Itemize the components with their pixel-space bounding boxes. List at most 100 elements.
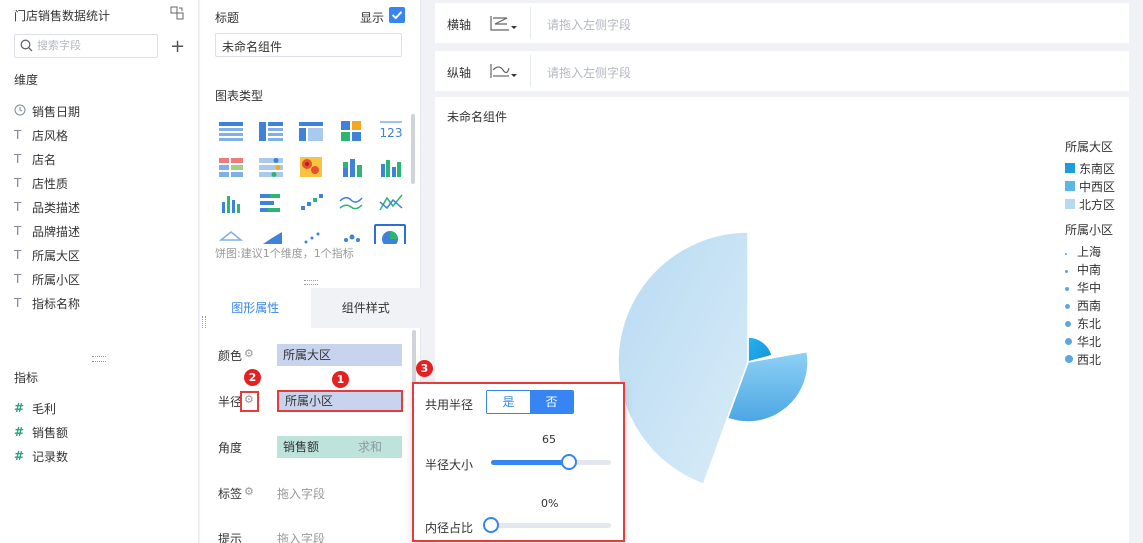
rose-slice-north[interactable] xyxy=(617,231,749,486)
heatmap-icon[interactable] xyxy=(298,156,324,178)
color-field-chip[interactable]: 所属大区 xyxy=(277,344,402,366)
measure-field-item[interactable]: # 记录数 xyxy=(14,446,68,466)
title-input[interactable]: 未命名组件 xyxy=(215,33,402,57)
dimension-field-label: 指标名称 xyxy=(32,296,81,311)
step-badge-3: 3 xyxy=(416,360,433,377)
legend-region-item[interactable]: 北方区 xyxy=(1065,195,1135,213)
stacked-bar-icon[interactable] xyxy=(338,156,364,178)
y-axis-type-icon[interactable] xyxy=(489,62,517,83)
cross-table-icon[interactable] xyxy=(298,120,324,142)
show-title-checkbox[interactable] xyxy=(389,7,405,23)
text-type-icon: T xyxy=(14,128,22,142)
legend-sub-item[interactable]: 东北 xyxy=(1065,314,1135,332)
dimension-field-item[interactable]: 销售日期 xyxy=(14,101,80,121)
measure-field-label: 记录数 xyxy=(32,449,69,464)
group-table-icon[interactable] xyxy=(258,120,284,142)
legend-sub-item[interactable]: 华中 xyxy=(1065,278,1135,296)
dimension-field-item[interactable]: T 店名 xyxy=(14,149,56,169)
legend-sub-item[interactable]: 华北 xyxy=(1065,332,1135,350)
tab-component-style[interactable]: 组件样式 xyxy=(310,288,421,328)
dimension-field-label: 品类描述 xyxy=(32,200,81,215)
search-input[interactable] xyxy=(37,39,147,52)
legend-sub-item[interactable]: 西北 xyxy=(1065,350,1135,368)
radius-size-track[interactable] xyxy=(491,454,611,470)
radius-property-row: 半径 ⚙ 所属小区 xyxy=(210,381,412,419)
dimension-field-item[interactable]: T 所属小区 xyxy=(14,269,80,289)
kpi-number-icon[interactable]: 123 xyxy=(378,120,404,142)
vertical-drag-handle[interactable] xyxy=(202,316,206,328)
chart-type-scrollbar[interactable] xyxy=(411,114,415,184)
bubble-chart-icon[interactable] xyxy=(338,228,364,244)
dimension-field-label: 品牌描述 xyxy=(32,224,81,239)
tag-settings-icon[interactable]: ⚙ xyxy=(244,485,254,498)
area-chart-icon[interactable] xyxy=(258,228,284,244)
add-field-icon[interactable]: + xyxy=(170,36,185,57)
legend-region-item[interactable]: 东南区 xyxy=(1065,159,1135,177)
dimension-field-item[interactable]: T 所属大区 xyxy=(14,245,80,265)
legend-sub-label: 华北 xyxy=(1077,334,1102,349)
legend-region-item[interactable]: 中西区 xyxy=(1065,177,1135,195)
line-chart-icon[interactable] xyxy=(338,192,364,214)
table-chart-icon[interactable] xyxy=(218,120,244,142)
hash-icon: # xyxy=(14,425,25,439)
inner-ratio-label: 内径占比 xyxy=(425,521,474,535)
switch-dataset-icon[interactable] xyxy=(169,5,185,25)
legend-swatch xyxy=(1065,163,1075,173)
bar-chart-icon[interactable] xyxy=(218,192,244,214)
dimension-field-item[interactable]: T 店风格 xyxy=(14,125,68,145)
label-property-row: 标签 ⚙ 拖入字段 xyxy=(210,473,412,511)
search-icon xyxy=(20,39,33,55)
dimension-field-item[interactable]: T 品类描述 xyxy=(14,197,80,217)
point-table-icon[interactable] xyxy=(258,156,284,178)
text-type-icon: T xyxy=(14,224,22,238)
grouped-bar-icon[interactable] xyxy=(378,156,404,178)
measure-field-item[interactable]: # 销售额 xyxy=(14,422,68,442)
y-axis-drop-zone[interactable]: 请拖入左侧字段 xyxy=(547,64,631,81)
legend-region-label: 中西区 xyxy=(1079,179,1116,194)
legend-size-dot xyxy=(1065,355,1073,363)
resize-handle-mid[interactable] xyxy=(304,280,318,285)
property-scrollbar[interactable] xyxy=(412,330,416,390)
radius-size-thumb[interactable] xyxy=(561,454,577,470)
tag-drop-zone[interactable]: 拖入字段 xyxy=(277,485,325,502)
measure-field-item[interactable]: # 毛利 xyxy=(14,398,56,418)
legend-size-dot xyxy=(1065,270,1068,273)
chart-type-grid: 123 xyxy=(214,116,409,244)
dimension-field-item[interactable]: T 指标名称 xyxy=(14,293,80,313)
share-radius-no[interactable]: 否 xyxy=(530,391,573,413)
legend-sub-label: 东北 xyxy=(1077,316,1102,331)
radar-chart-icon[interactable] xyxy=(218,228,244,244)
share-radius-yes[interactable]: 是 xyxy=(487,391,530,413)
tip-drop-zone[interactable]: 拖入字段 xyxy=(277,530,325,543)
inner-ratio-track[interactable] xyxy=(483,517,611,533)
svg-text:123: 123 xyxy=(380,126,403,140)
legend-size-dot xyxy=(1065,321,1071,327)
x-axis-drop-zone[interactable]: 请拖入左侧字段 xyxy=(547,16,631,33)
resize-handle[interactable] xyxy=(92,356,106,362)
radius-field-chip[interactable]: 所属小区 xyxy=(277,390,403,412)
horizontal-bar-icon[interactable] xyxy=(258,192,284,214)
step-badge-1: 1 xyxy=(332,371,349,388)
legend-sub-item[interactable]: 西南 xyxy=(1065,296,1135,314)
inner-ratio-thumb[interactable] xyxy=(483,517,499,533)
legend-sub-item[interactable]: 中南 xyxy=(1065,260,1135,278)
search-field-box[interactable] xyxy=(14,34,158,58)
color-settings-icon[interactable]: ⚙ xyxy=(244,347,254,360)
dimension-field-label: 店名 xyxy=(32,152,57,167)
tab-graph-property[interactable]: 图形属性 xyxy=(200,288,311,328)
legend-swatch xyxy=(1065,181,1075,191)
dimension-field-item[interactable]: T 店性质 xyxy=(14,173,68,193)
polyline-chart-icon[interactable] xyxy=(378,192,404,214)
angle-field-chip[interactable]: 销售额 求和 xyxy=(277,436,402,458)
pie-chart-type-selected[interactable] xyxy=(374,224,406,244)
dimension-field-item[interactable]: T 品牌描述 xyxy=(14,221,80,241)
waterfall-icon[interactable] xyxy=(298,192,324,214)
text-table-icon[interactable] xyxy=(218,156,244,178)
x-axis-type-icon[interactable] xyxy=(489,14,517,35)
legend-swatch xyxy=(1065,199,1075,209)
scatter-icon[interactable] xyxy=(298,228,324,244)
color-table-icon[interactable] xyxy=(338,120,364,142)
angle-aggregation[interactable]: 求和 xyxy=(358,436,382,458)
legend-sub-item[interactable]: 上海 xyxy=(1065,242,1135,260)
inner-ratio-value: 0% xyxy=(541,497,559,510)
